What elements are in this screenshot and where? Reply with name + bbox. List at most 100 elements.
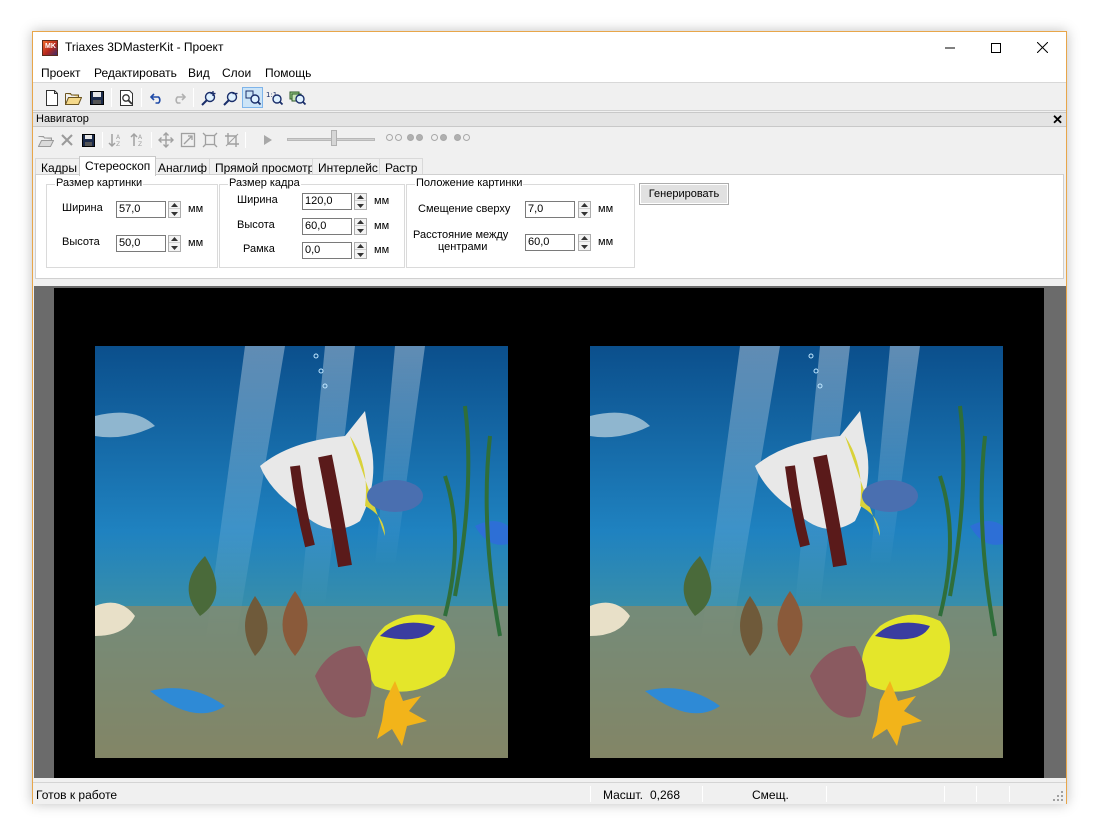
unit-label: мм bbox=[374, 244, 390, 256]
fit-frame-button[interactable] bbox=[201, 131, 219, 149]
sort-desc-button[interactable]: AZ bbox=[129, 131, 147, 149]
spin-down-icon[interactable] bbox=[355, 251, 366, 258]
zoom-actual-icon: 1:1 bbox=[266, 91, 283, 105]
undo-button[interactable] bbox=[146, 87, 167, 108]
resize-icon bbox=[180, 132, 196, 148]
spin-down-icon[interactable] bbox=[355, 202, 366, 209]
crop-button[interactable] bbox=[223, 131, 241, 149]
new-document-button[interactable] bbox=[41, 87, 62, 108]
spin-up-icon[interactable] bbox=[355, 219, 366, 226]
close-button[interactable] bbox=[1019, 32, 1065, 63]
frame-border-stepper[interactable] bbox=[354, 242, 367, 259]
image-height-stepper[interactable] bbox=[168, 235, 181, 252]
spin-up-icon[interactable] bbox=[355, 194, 366, 201]
center-distance-stepper[interactable] bbox=[578, 234, 591, 251]
image-position-group: Положение картинки Смещение сверху 7,0 м… bbox=[406, 177, 635, 268]
status-text: Готов к работе bbox=[36, 788, 118, 802]
circle-filled-icon bbox=[407, 134, 414, 141]
open-folder-icon bbox=[38, 135, 54, 147]
zoom-in-button[interactable] bbox=[198, 87, 219, 108]
spin-up-icon[interactable] bbox=[579, 202, 590, 209]
view-mode-mixed-icon[interactable] bbox=[431, 134, 447, 141]
frame-slider-thumb[interactable] bbox=[331, 130, 337, 146]
image-width-input[interactable]: 57,0 bbox=[116, 201, 166, 218]
generate-button[interactable]: Генерировать bbox=[639, 183, 729, 205]
image-width-stepper[interactable] bbox=[168, 201, 181, 218]
offset-top-label: Смещение сверху bbox=[418, 203, 511, 215]
offset-top-stepper[interactable] bbox=[578, 201, 591, 218]
svg-text:A: A bbox=[116, 134, 121, 141]
navigator-toolbar: AZ AZ bbox=[33, 128, 1066, 152]
left-stereo-image bbox=[95, 346, 508, 758]
nav-open-button[interactable] bbox=[37, 131, 55, 149]
sort-descending-icon: AZ bbox=[130, 132, 143, 148]
frame-height-input[interactable]: 60,0 bbox=[302, 218, 352, 235]
print-preview-icon bbox=[119, 89, 133, 106]
spin-down-icon[interactable] bbox=[579, 243, 590, 250]
spin-down-icon[interactable] bbox=[355, 227, 366, 234]
status-separator bbox=[590, 786, 591, 802]
unit-label: мм bbox=[374, 195, 390, 207]
image-height-input[interactable]: 50,0 bbox=[116, 235, 166, 252]
minimize-icon bbox=[945, 47, 955, 48]
menu-help[interactable]: Помощь bbox=[265, 66, 311, 80]
minimize-button[interactable] bbox=[927, 32, 973, 63]
open-button[interactable] bbox=[63, 87, 84, 108]
distance-label: Расстояние между bbox=[413, 229, 509, 241]
nav-delete-button[interactable] bbox=[58, 131, 76, 149]
spin-up-icon[interactable] bbox=[579, 235, 590, 242]
save-icon bbox=[81, 133, 95, 147]
circle-outline-icon bbox=[431, 134, 438, 141]
spin-up-icon[interactable] bbox=[169, 236, 180, 243]
toolbar-separator bbox=[111, 88, 112, 107]
menu-edit[interactable]: Редактировать bbox=[94, 66, 177, 80]
view-mode-open-icon[interactable] bbox=[386, 134, 402, 141]
preview-viewport[interactable] bbox=[34, 286, 1066, 778]
aquarium-image bbox=[590, 346, 1003, 758]
play-button[interactable] bbox=[259, 131, 277, 149]
crop-icon bbox=[225, 133, 239, 147]
spin-down-icon[interactable] bbox=[579, 210, 590, 217]
spin-down-icon[interactable] bbox=[169, 244, 180, 251]
navigator-close-icon[interactable]: ✕ bbox=[1052, 112, 1063, 128]
redo-button[interactable] bbox=[168, 87, 189, 108]
frame-width-label: Ширина bbox=[237, 194, 278, 206]
circle-outline-icon bbox=[395, 134, 402, 141]
new-document-icon bbox=[45, 89, 58, 106]
zoom-out-button[interactable] bbox=[220, 87, 241, 108]
print-preview-button[interactable] bbox=[116, 87, 137, 108]
toolbar-separator bbox=[193, 88, 194, 107]
save-button[interactable] bbox=[86, 87, 107, 108]
spin-up-icon[interactable] bbox=[355, 243, 366, 250]
spin-down-icon[interactable] bbox=[169, 210, 180, 217]
move-button[interactable] bbox=[157, 131, 175, 149]
image-height-label: Высота bbox=[62, 236, 100, 248]
menu-layers[interactable]: Слои bbox=[222, 66, 251, 80]
frame-width-stepper[interactable] bbox=[354, 193, 367, 210]
title-bar[interactable]: MK Triaxes 3DMasterKit - Проект bbox=[33, 32, 1066, 63]
toolbar-separator bbox=[151, 132, 152, 148]
resize-button[interactable] bbox=[179, 131, 197, 149]
frame-width-input[interactable]: 120,0 bbox=[302, 193, 352, 210]
spin-up-icon[interactable] bbox=[169, 202, 180, 209]
tab-stereoscope[interactable]: Стереоскоп bbox=[79, 156, 157, 176]
resize-grip-icon[interactable] bbox=[1053, 791, 1064, 802]
maximize-button[interactable] bbox=[973, 32, 1019, 63]
sort-asc-button[interactable]: AZ bbox=[107, 131, 125, 149]
app-logo-text: MK bbox=[45, 43, 56, 50]
view-mode-mixed2-icon[interactable] bbox=[454, 134, 470, 141]
view-mode-filled-icon[interactable] bbox=[407, 134, 423, 141]
scale-value: 0,268 bbox=[650, 788, 681, 802]
center-distance-input[interactable]: 60,0 bbox=[525, 234, 575, 251]
frame-border-input[interactable]: 0,0 bbox=[302, 242, 352, 259]
zoom-fit-button[interactable] bbox=[242, 87, 263, 108]
zoom-layer-button[interactable] bbox=[287, 87, 308, 108]
frame-height-stepper[interactable] bbox=[354, 218, 367, 235]
nav-save-button[interactable] bbox=[79, 131, 97, 149]
sort-ascending-icon: AZ bbox=[108, 134, 121, 148]
offset-top-input[interactable]: 7,0 bbox=[525, 201, 575, 218]
zoom-actual-button[interactable]: 1:1 bbox=[264, 87, 285, 108]
menu-project[interactable]: Проект bbox=[41, 66, 81, 80]
menu-view[interactable]: Вид bbox=[188, 66, 210, 80]
toolbar-separator bbox=[245, 132, 246, 148]
